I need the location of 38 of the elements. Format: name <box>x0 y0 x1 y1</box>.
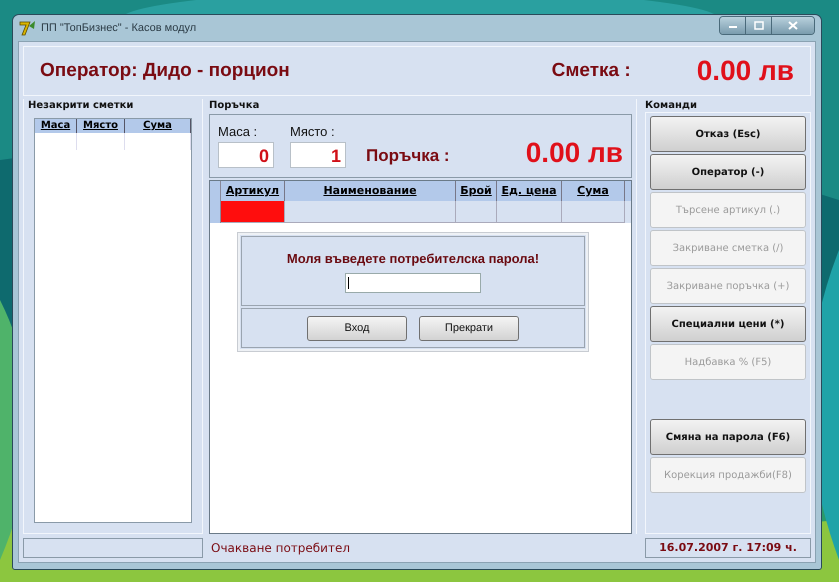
status-datetime: 16.07.2007 г. 17:09 ч. <box>645 538 811 558</box>
grid-cell[interactable] <box>562 201 625 223</box>
column-header[interactable]: Място <box>77 119 125 133</box>
bill-label: Сметка : <box>552 60 631 82</box>
status-message: Очакване потребител <box>210 540 352 557</box>
seat-label: Място : <box>290 124 336 139</box>
group-title: Незакрити сметки <box>28 99 134 112</box>
password-field[interactable] <box>345 273 481 293</box>
command-button[interactable]: Отказ (Esc) <box>650 116 806 152</box>
operator-label: Оператор: Дидо - порцион <box>40 60 290 82</box>
grid-cell[interactable] <box>456 201 497 223</box>
logo-icon <box>19 20 37 36</box>
minimize-button[interactable] <box>720 16 746 34</box>
group-title: Поръчка <box>209 99 260 112</box>
bill-amount: 0.00 лв <box>696 55 794 87</box>
grid-cell[interactable] <box>285 201 456 223</box>
column-header[interactable]: Маса <box>35 119 77 133</box>
order-amount: 0.00 лв <box>526 138 623 168</box>
group-title: Команди <box>645 99 698 112</box>
dialog-button[interactable]: Прекрати <box>419 316 519 340</box>
close-icon <box>788 20 798 30</box>
command-button[interactable]: Специални цени (*) <box>650 306 806 342</box>
row-selector[interactable] <box>210 201 221 223</box>
command-button[interactable]: Смяна на парола (F6) <box>650 419 806 455</box>
order-label: Поръчка : <box>366 146 450 167</box>
grid-cell[interactable] <box>221 201 285 223</box>
table-field[interactable]: 0 <box>218 142 274 168</box>
close-button[interactable] <box>772 16 814 34</box>
maximize-icon <box>754 20 764 30</box>
seat-field[interactable]: 1 <box>290 142 346 168</box>
window-title: ПП "ТопБизнес" - Касов модул <box>41 22 196 34</box>
dialog-button[interactable]: Вход <box>307 316 407 340</box>
table-label: Маса : <box>218 124 258 139</box>
grid-cell[interactable] <box>497 201 562 223</box>
maximize-button[interactable] <box>746 16 772 34</box>
dialog-message: Моля въведете потребителска парола! <box>286 251 540 266</box>
column-header[interactable]: Сума <box>125 119 191 133</box>
command-button[interactable]: Оператор (-) <box>650 154 806 190</box>
